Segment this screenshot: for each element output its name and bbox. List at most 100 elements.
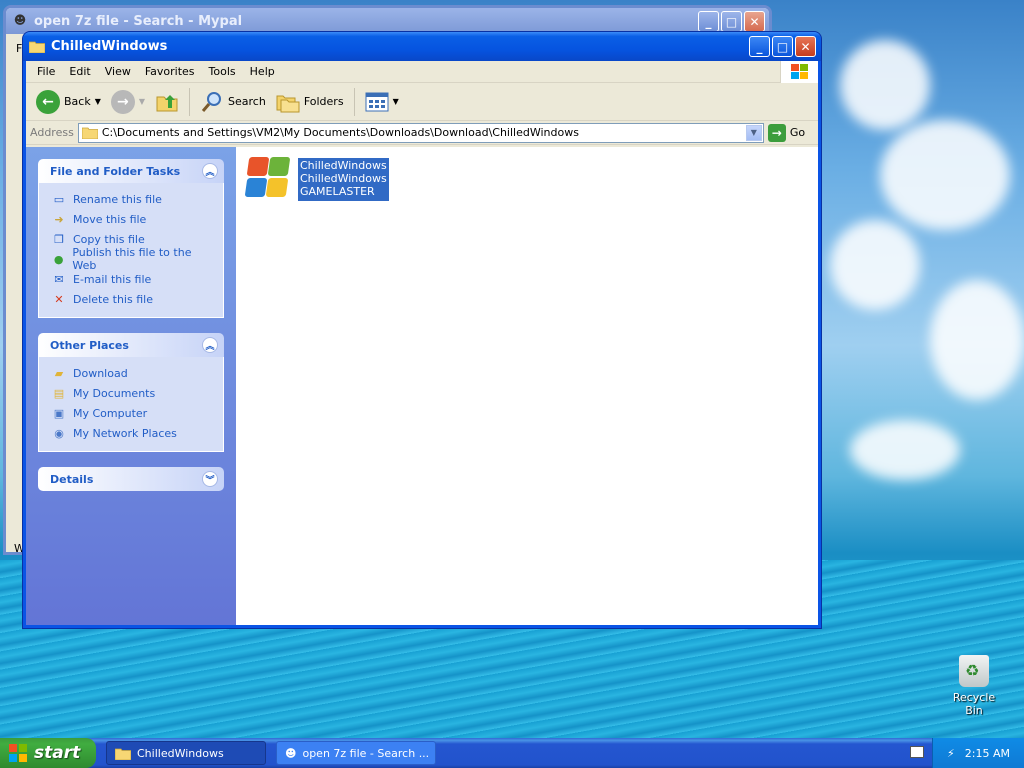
recycle-bin-label: Recycle Bin (952, 691, 996, 717)
taskbar-task-chilledwindows[interactable]: ChilledWindows (106, 741, 266, 765)
taskbar: start ChilledWindows ☻ open 7z file - Se… (0, 738, 1024, 768)
file-list[interactable]: ChilledWindows ChilledWindows GAMELASTER (236, 147, 818, 625)
bg-close-button[interactable]: ✕ (744, 11, 765, 32)
address-label: Address (30, 126, 74, 139)
address-dropdown-icon[interactable]: ▼ (745, 124, 762, 141)
folder-icon (81, 127, 98, 139)
folders-icon (276, 95, 300, 112)
browser-icon: ☻ (285, 746, 297, 760)
task-move[interactable]: ➜ Move this file (51, 209, 213, 229)
clock[interactable]: 2:15 AM (965, 747, 1010, 760)
views-icon (365, 92, 389, 111)
toolbar: ← Back ▼ → ▼ Search Folders ▼ (26, 83, 818, 121)
globe-icon: ● (53, 252, 64, 266)
minimize-button[interactable]: _ (749, 36, 770, 57)
start-button[interactable]: start (0, 738, 96, 768)
move-icon: ➜ (54, 212, 64, 226)
network-tray-icon[interactable]: ⚡ (947, 747, 955, 760)
cloud (830, 220, 920, 310)
explorer-body: File and Folder Tasks ︽ ▭ Rename this fi… (26, 147, 818, 625)
taskbar-task-mypal[interactable]: ☻ open 7z file - Search ... (276, 741, 436, 765)
task-label: E-mail this file (73, 272, 152, 286)
menu-favorites[interactable]: Favorites (138, 65, 202, 78)
folders-button[interactable]: Folders (272, 87, 348, 117)
window-titlebar[interactable]: ChilledWindows _ □ ✕ (23, 32, 821, 61)
folder-icon (115, 748, 131, 760)
file-name-line: ChilledWindows (300, 172, 387, 185)
documents-icon: ▤ (53, 386, 65, 400)
bg-minimize-button[interactable]: _ (698, 11, 719, 32)
up-folder-button[interactable] (151, 87, 183, 117)
views-button[interactable]: ▼ (361, 87, 403, 117)
task-rename[interactable]: ▭ Rename this file (51, 189, 213, 209)
folder-icon (29, 41, 45, 53)
menu-edit[interactable]: Edit (62, 65, 97, 78)
close-button[interactable]: ✕ (795, 36, 816, 57)
start-label: start (34, 743, 81, 763)
details-header[interactable]: Details ︾ (38, 467, 224, 491)
cloud (880, 120, 1010, 230)
expand-icon[interactable]: ︾ (202, 471, 218, 487)
envelope-icon: ✉ (54, 272, 64, 286)
details-title: Details (50, 472, 94, 486)
go-label: Go (789, 126, 806, 139)
keyboard-icon[interactable] (910, 746, 924, 758)
file-item[interactable]: ChilledWindows ChilledWindows GAMELASTER (242, 155, 389, 201)
other-places-panel: Other Places ︽ ▰ Download ▤ My Documents (38, 333, 224, 452)
go-button[interactable]: → Go (767, 123, 806, 142)
windows-flag-icon (9, 744, 27, 762)
place-my-documents[interactable]: ▤ My Documents (51, 383, 213, 403)
menu-tools[interactable]: Tools (202, 65, 243, 78)
menu-bar: File Edit View Favorites Tools Help (26, 61, 818, 83)
place-my-network[interactable]: ◉ My Network Places (51, 423, 213, 443)
task-label: Delete this file (73, 292, 153, 306)
up-folder-icon (156, 94, 178, 111)
folder-icon: ▰ (54, 366, 64, 380)
explorer-window[interactable]: ChilledWindows _ □ ✕ File Edit View Favo… (22, 31, 822, 629)
task-label: Publish this file to the Web (72, 246, 192, 272)
file-name-line: ChilledWindows (300, 159, 387, 172)
collapse-icon[interactable]: ︽ (202, 163, 218, 179)
maximize-button[interactable]: □ (772, 36, 793, 57)
back-dropdown-icon[interactable]: ▼ (95, 97, 101, 106)
network-icon: ◉ (54, 426, 64, 440)
other-places-header[interactable]: Other Places ︽ (38, 333, 224, 357)
recycle-bin[interactable]: Recycle Bin (944, 655, 1004, 717)
address-bar: Address C:\Documents and Settings\VM2\My… (26, 121, 818, 145)
menu-view[interactable]: View (98, 65, 138, 78)
back-label: Back (64, 95, 91, 108)
forward-dropdown-icon[interactable]: ▼ (139, 97, 145, 106)
file-name-line: GAMELASTER (300, 185, 375, 198)
place-download[interactable]: ▰ Download (51, 363, 213, 383)
collapse-icon[interactable]: ︽ (202, 337, 218, 353)
address-input[interactable]: C:\Documents and Settings\VM2\My Documen… (77, 122, 764, 143)
task-label: ChilledWindows (137, 746, 224, 760)
back-arrow-icon: ← (36, 89, 60, 114)
task-delete[interactable]: ✕ Delete this file (51, 289, 213, 309)
search-icon (201, 91, 222, 112)
windows-flag-icon (242, 155, 291, 201)
menu-file[interactable]: File (30, 65, 62, 78)
delete-icon: ✕ (54, 292, 64, 306)
bg-maximize-button[interactable]: □ (721, 11, 742, 32)
menu-help[interactable]: Help (243, 65, 282, 78)
back-button[interactable]: ← Back ▼ (32, 87, 105, 117)
toolbar-separator (353, 87, 355, 116)
place-label: Download (73, 366, 128, 380)
cloud (850, 420, 960, 480)
go-arrow-icon: → (767, 123, 786, 142)
task-email[interactable]: ✉ E-mail this file (51, 269, 213, 289)
task-publish[interactable]: ● Publish this file to the Web (51, 246, 213, 272)
other-places-title: Other Places (50, 338, 129, 352)
task-label: Copy this file (73, 232, 145, 246)
place-my-computer[interactable]: ▣ My Computer (51, 403, 213, 423)
recycle-bin-icon (959, 655, 989, 687)
computer-icon: ▣ (53, 406, 65, 420)
file-folder-tasks-header[interactable]: File and Folder Tasks ︽ (38, 159, 224, 183)
details-panel: Details ︾ (38, 467, 224, 491)
forward-button[interactable]: → ▼ (107, 87, 149, 117)
file-name-label: ChilledWindows ChilledWindows GAMELASTER (298, 158, 389, 201)
task-label: open 7z file - Search ... (302, 746, 430, 760)
search-button[interactable]: Search (196, 87, 270, 117)
browser-icon: ☻ (13, 13, 27, 27)
